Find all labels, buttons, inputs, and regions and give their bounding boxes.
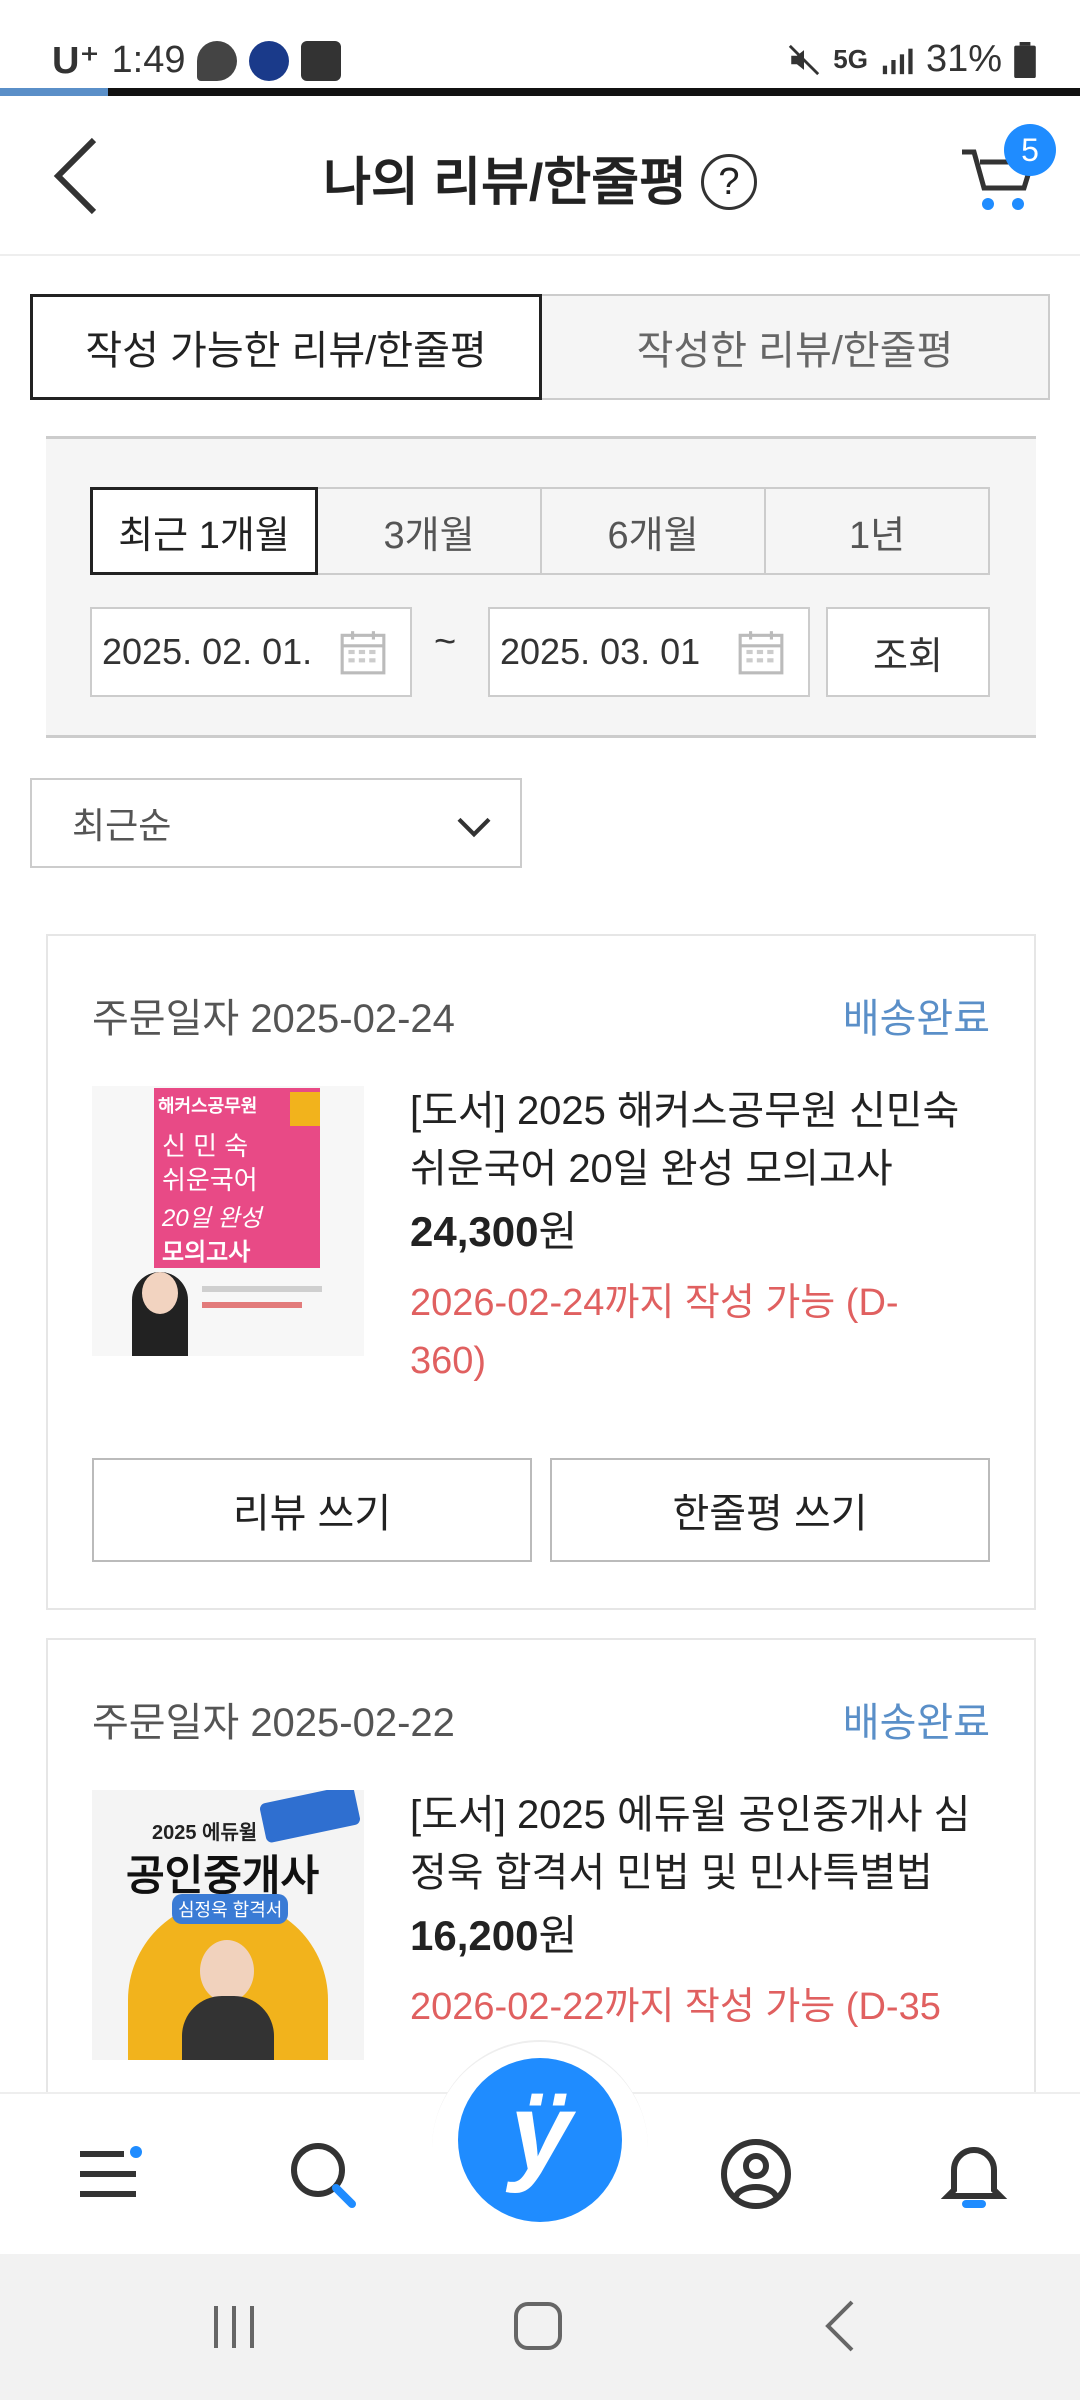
chat-notification-icon (197, 40, 238, 81)
start-date-field[interactable]: 2025. 02. 01. (90, 607, 412, 697)
calendar-icon[interactable] (338, 627, 388, 677)
order-card: 주문일자 2025-02-24 배송완료 해커스공무원 신 민 숙 쉬운국어 2… (46, 934, 1036, 1610)
period-1-month[interactable]: 최근 1개월 (90, 487, 318, 575)
price-number: 24,300 (410, 1208, 539, 1255)
end-date-value: 2025. 03. 01 (500, 631, 701, 672)
order-date: 주문일자 2025-02-22 (92, 1701, 455, 1745)
notification-bell-icon[interactable] (934, 2134, 1014, 2214)
start-date-value: 2025. 02. 01. (102, 631, 313, 672)
my-page-icon[interactable] (716, 2134, 796, 2214)
date-range-separator: ~ (434, 621, 457, 663)
price-unit: 원 (538, 1912, 578, 1959)
recent-apps-icon[interactable] (206, 2302, 262, 2352)
period-selector: 최근 1개월 3개월 6개월 1년 (90, 487, 990, 575)
review-tabs: 작성 가능한 리뷰/한줄평 작성한 리뷰/한줄평 (30, 294, 1050, 400)
chevron-down-icon (457, 817, 491, 838)
period-3-months[interactable]: 3개월 (318, 487, 542, 575)
cover-title-line3: 20일 완성 (162, 1205, 262, 1232)
cover-title-line2: 쉬운국어 (162, 1165, 258, 1195)
price-number: 16,200 (410, 1912, 539, 1959)
system-navigation-bar (0, 2254, 1080, 2400)
price-unit: 원 (538, 1208, 578, 1255)
product-name[interactable]: [도서] 2025 에듀윌 공인중개사 심정욱 합격서 민법 및 민사특별법 (410, 1786, 1000, 1902)
menu-icon[interactable] (68, 2134, 148, 2214)
search-icon[interactable] (282, 2134, 362, 2214)
cover-title-line4: 모의고사 (162, 1239, 251, 1266)
tab-written[interactable]: 작성한 리뷰/한줄평 (542, 294, 1050, 400)
page-title-text: 나의 리뷰/한줄평 (323, 154, 687, 212)
signal-icon (882, 48, 913, 74)
cart-count-badge: 5 (1004, 124, 1056, 176)
page-title: 나의 리뷰/한줄평? (0, 140, 1080, 215)
status-bar-right: 5G 31% (787, 38, 1036, 81)
tab-writable[interactable]: 작성 가능한 리뷰/한줄평 (30, 294, 542, 400)
period-1-year[interactable]: 1년 (766, 487, 990, 575)
stock-app-icon (301, 40, 342, 81)
battery-icon (1014, 41, 1036, 78)
help-icon[interactable]: ? (700, 154, 757, 211)
page-load-progress (0, 88, 1080, 96)
search-button[interactable]: 조회 (826, 607, 990, 697)
carrier-label: U⁺ (52, 40, 100, 82)
write-oneline-review-button[interactable]: 한줄평 쓰기 (550, 1458, 990, 1562)
cover-title-line1: 2025 에듀윌 (152, 1822, 258, 1844)
cover-title-line3: 심정욱 합격서 (172, 1894, 289, 1924)
yes24-home-button[interactable]: ÿ (458, 2058, 622, 2222)
write-review-button[interactable]: 리뷰 쓰기 (92, 1458, 532, 1562)
order-date: 주문일자 2025-02-24 (92, 997, 455, 1041)
app-notification-icon (249, 40, 290, 81)
sort-selected-label: 최근순 (72, 805, 172, 846)
network-type: 5G (833, 44, 868, 74)
status-bar: U⁺ 1:49 5G 31% (0, 0, 1080, 88)
battery-percent: 31% (925, 38, 1002, 80)
product-name[interactable]: [도서] 2025 해커스공무원 신민숙 쉬운국어 20일 완성 모의고사 (410, 1082, 1000, 1198)
delivery-status: 배송완료 (842, 1701, 990, 1745)
status-bar-left: U⁺ 1:49 (52, 38, 342, 83)
calendar-icon[interactable] (736, 627, 786, 677)
delivery-status: 배송완료 (842, 997, 990, 1041)
home-icon[interactable] (510, 2298, 566, 2354)
product-cover-image[interactable]: 2025 에듀윌 공인중개사 심정욱 합격서 (92, 1790, 364, 2060)
sort-dropdown[interactable]: 최근순 (30, 778, 522, 868)
period-6-months[interactable]: 6개월 (542, 487, 766, 575)
cover-title-line1: 신 민 숙 (162, 1131, 249, 1161)
header: 나의 리뷰/한줄평? (0, 96, 1080, 256)
date-filter-panel: 최근 1개월 3개월 6개월 1년 2025. 02. 01. ~ 2025. … (46, 436, 1036, 738)
product-price: 16,200원 (410, 1902, 577, 1963)
clock: 1:49 (111, 39, 186, 81)
review-deadline: 2026-02-22까지 작성 가능 (D-35 (410, 1986, 941, 2028)
product-cover-image[interactable]: 해커스공무원 신 민 숙 쉬운국어 20일 완성 모의고사 (92, 1086, 364, 1356)
product-price: 24,300원 (410, 1198, 577, 1259)
back-icon[interactable] (820, 2298, 860, 2354)
review-deadline: 2026-02-24까지 작성 가능 (D-360) (410, 1282, 899, 1382)
end-date-field[interactable]: 2025. 03. 01 (488, 607, 810, 697)
cover-publisher: 해커스공무원 (158, 1096, 258, 1116)
mute-icon (789, 44, 820, 75)
